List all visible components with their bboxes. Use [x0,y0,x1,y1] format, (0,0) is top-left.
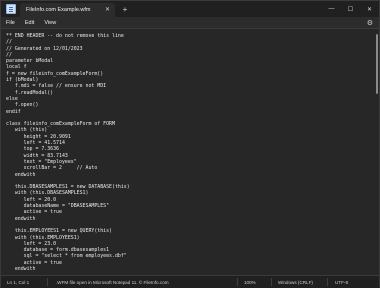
new-tab-button[interactable]: + [119,3,131,17]
title-bar: FileInfo.com Example.wfm ✕ + — ☐ ✕ [1,1,379,17]
text-editor-area[interactable]: ** END HEADER -- do not remove this line… [1,28,379,275]
status-divider [271,278,272,286]
close-window-button[interactable]: ✕ [360,1,379,17]
status-bar: Ln 1, Col 1 .WFM file open in Microsoft … [1,275,379,288]
status-divider [47,278,48,286]
line-ending[interactable]: Windows (CRLF) [278,280,313,285]
close-tab-icon[interactable]: ✕ [105,6,110,13]
maximize-button[interactable]: ☐ [341,1,360,17]
menu-bar: File Edit View ⚙ [1,17,379,28]
minimize-button[interactable]: — [322,1,341,17]
tab-title: FileInfo.com Example.wfm [26,7,91,13]
scrollbar-thumb[interactable] [376,34,378,94]
menu-edit[interactable]: Edit [25,20,34,26]
tab-file[interactable]: FileInfo.com Example.wfm ✕ [20,3,115,17]
notepad-app-icon [6,4,16,14]
settings-gear-icon[interactable]: ⚙ [367,19,373,27]
menu-view[interactable]: View [44,20,56,26]
vertical-scrollbar[interactable] [375,30,378,273]
cursor-position: Ln 1, Col 1 [7,280,30,285]
notepad-window: FileInfo.com Example.wfm ✕ + — ☐ ✕ File … [0,0,380,288]
status-message: .WFM file open in Microsoft Notepad 11. … [56,280,169,285]
window-controls: — ☐ ✕ [322,1,379,17]
zoom-level[interactable]: 100% [244,280,256,285]
status-divider [327,278,328,286]
text-encoding[interactable]: UTF-8 [335,280,348,285]
menu-file[interactable]: File [6,20,15,26]
status-divider [237,278,238,286]
